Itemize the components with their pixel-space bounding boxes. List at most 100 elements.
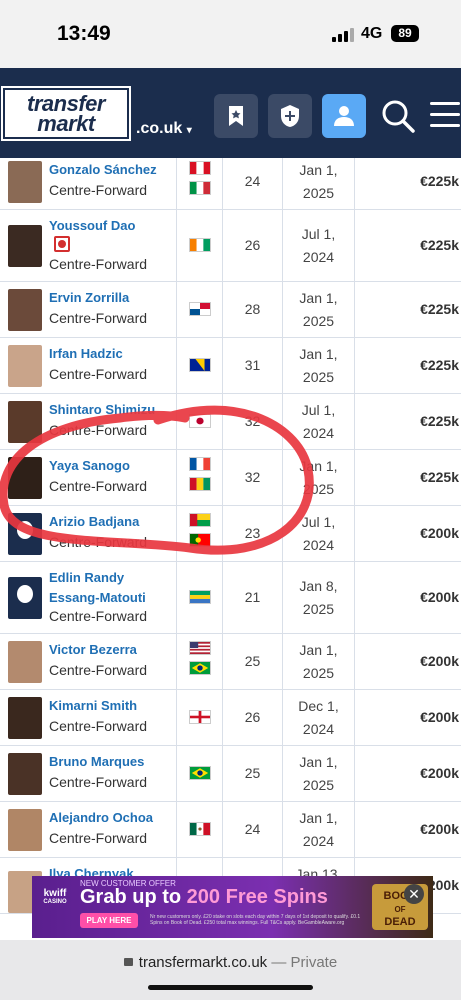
flag-brazil-icon xyxy=(189,661,211,675)
market-value[interactable]: €200k xyxy=(420,653,459,669)
ad-play-button[interactable]: PLAY HERE xyxy=(80,913,138,928)
table-row[interactable]: Youssouf Dao Centre-Forward 26 Jul 1, 20… xyxy=(0,210,461,282)
contract-date-line2: 2024 xyxy=(302,425,335,441)
contract-date-line2: 2025 xyxy=(302,777,335,793)
market-value[interactable]: €225k xyxy=(420,173,459,189)
contract-cell: Jan 8, 2025 xyxy=(283,562,355,633)
market-value[interactable]: €225k xyxy=(420,413,459,429)
market-value[interactable]: €200k xyxy=(420,525,459,541)
flag-japan-icon xyxy=(189,414,211,428)
age-cell: 24 xyxy=(223,158,283,209)
table-row[interactable]: Victor Bezerra Centre-Forward 25 Jan 1, … xyxy=(0,634,461,690)
hamburger-menu-icon[interactable] xyxy=(430,102,460,135)
player-name-link[interactable]: Yaya Sanogo xyxy=(49,456,175,476)
flag-italy-icon xyxy=(189,181,211,195)
game-line3: DEAD xyxy=(384,916,416,928)
avatar[interactable] xyxy=(8,401,42,443)
player-position: Centre-Forward xyxy=(49,608,148,624)
ad-headline-highlight: 200 Free Spins xyxy=(186,886,328,908)
player-name-link[interactable]: Bruno Marques xyxy=(49,752,175,772)
club-button[interactable] xyxy=(268,94,312,138)
age-cell: 31 xyxy=(223,338,283,393)
avatar[interactable] xyxy=(8,809,42,851)
transfermarkt-logo[interactable]: transfer markt xyxy=(1,86,131,141)
avatar[interactable] xyxy=(8,345,42,387)
domain-selector[interactable]: .co.uk ▾ xyxy=(136,120,192,138)
avatar[interactable] xyxy=(8,289,42,331)
player-cell: Alejandro Ochoa Centre-Forward xyxy=(0,802,177,857)
avatar[interactable] xyxy=(8,577,42,619)
avatar[interactable] xyxy=(8,753,42,795)
contract-date-line1: Jan 8, xyxy=(299,578,338,594)
chevron-down-icon: ▾ xyxy=(186,125,192,136)
table-row[interactable]: Ervin Zorrilla Centre-Forward 28 Jan 1, … xyxy=(0,282,461,338)
table-row[interactable]: Kimarni Smith Centre-Forward 26 Dec 1, 2… xyxy=(0,690,461,746)
player-cell: Bruno Marques Centre-Forward xyxy=(0,746,177,801)
battery-indicator: 89 xyxy=(391,25,419,42)
player-position: Centre-Forward xyxy=(49,830,148,846)
player-cell: Arizio Badjana Centre-Forward xyxy=(0,506,177,561)
table-row[interactable]: Gonzalo Sánchez Centre-Forward 24 Jan 1,… xyxy=(0,158,461,210)
contract-date-line1: Jan 1, xyxy=(299,290,338,306)
table-row[interactable]: Bruno Marques Centre-Forward 25 Jan 1, 2… xyxy=(0,746,461,802)
player-name-link[interactable]: Arizio Badjana xyxy=(49,512,175,532)
flag-gabon-icon xyxy=(189,590,211,604)
market-value[interactable]: €200k xyxy=(420,821,459,837)
profile-button[interactable] xyxy=(322,94,366,138)
market-value[interactable]: €225k xyxy=(420,301,459,317)
avatar[interactable] xyxy=(8,513,42,555)
player-name-link[interactable]: Edlin Randy Essang-Matouti xyxy=(49,568,175,608)
market-value[interactable]: €225k xyxy=(420,469,459,485)
advertisement-banner[interactable]: kwiff CASINO NEW CUSTOMER OFFER Grab up t… xyxy=(32,876,433,938)
player-name-link[interactable]: Gonzalo Sánchez xyxy=(49,160,175,180)
market-value[interactable]: €200k xyxy=(420,709,459,725)
close-icon[interactable]: ✕ xyxy=(404,884,424,904)
player-position: Centre-Forward xyxy=(49,534,148,550)
player-name-link[interactable]: Youssouf Dao xyxy=(49,216,175,236)
age-cell: 26 xyxy=(223,690,283,745)
table-row[interactable]: Arizio Badjana Centre-Forward 23 Jul 1, … xyxy=(0,506,461,562)
market-value[interactable]: €225k xyxy=(420,357,459,373)
age-cell: 32 xyxy=(223,450,283,505)
contract-cell: Jul 1, 2024 xyxy=(283,210,355,281)
table-row[interactable]: Irfan Hadzic Centre-Forward 31 Jan 1, 20… xyxy=(0,338,461,394)
avatar[interactable] xyxy=(8,697,42,739)
address-text: transfermarkt.co.uk — Private xyxy=(0,954,461,971)
player-position: Centre-Forward xyxy=(49,256,148,272)
player-cell: Gonzalo Sánchez Centre-Forward xyxy=(0,158,177,209)
home-indicator xyxy=(148,985,313,990)
player-position: Centre-Forward xyxy=(49,310,148,326)
flag-usa-icon xyxy=(189,641,211,655)
search-icon[interactable] xyxy=(380,98,416,134)
player-name-link[interactable]: Kimarni Smith xyxy=(49,696,175,716)
player-name-link[interactable]: Shintaro Shimizu xyxy=(49,400,175,420)
market-value[interactable]: €200k xyxy=(420,589,459,605)
avatar[interactable] xyxy=(8,641,42,683)
nationality-cell xyxy=(177,746,223,801)
table-row[interactable]: Edlin Randy Essang-Matouti Centre-Forwar… xyxy=(0,562,461,634)
clock: 13:49 xyxy=(57,22,111,45)
shield-plus-icon xyxy=(281,105,299,127)
age-cell: 24 xyxy=(223,802,283,857)
table-row[interactable]: Yaya Sanogo Centre-Forward 32 Jan 1, 202… xyxy=(0,450,461,506)
market-value[interactable]: €200k xyxy=(420,765,459,781)
avatar[interactable] xyxy=(8,457,42,499)
age-value: 25 xyxy=(244,765,261,781)
market-value[interactable]: €225k xyxy=(420,237,459,253)
avatar[interactable] xyxy=(8,161,42,203)
table-row[interactable]: Shintaro Shimizu Centre-Forward 32 Jul 1… xyxy=(0,394,461,450)
contract-date-line2: 2024 xyxy=(302,833,335,849)
kwiff-brand-sub: CASINO xyxy=(43,899,67,905)
player-name-link[interactable]: Ervin Zorrilla xyxy=(49,288,175,308)
player-name-link[interactable]: Irfan Hadzic xyxy=(49,344,175,364)
player-position: Centre-Forward xyxy=(49,422,148,438)
avatar[interactable] xyxy=(8,225,42,267)
player-cell: Ervin Zorrilla Centre-Forward xyxy=(0,282,177,337)
nationality-cell xyxy=(177,450,223,505)
player-name-link[interactable]: Alejandro Ochoa xyxy=(49,808,175,828)
player-name-link[interactable]: Victor Bezerra xyxy=(49,640,175,660)
contract-date-line2: 2024 xyxy=(302,537,335,553)
table-row[interactable]: Alejandro Ochoa Centre-Forward 24 Jan 1,… xyxy=(0,802,461,858)
watchlist-button[interactable] xyxy=(214,94,258,138)
browser-address-bar[interactable]: transfermarkt.co.uk — Private xyxy=(0,940,461,1000)
